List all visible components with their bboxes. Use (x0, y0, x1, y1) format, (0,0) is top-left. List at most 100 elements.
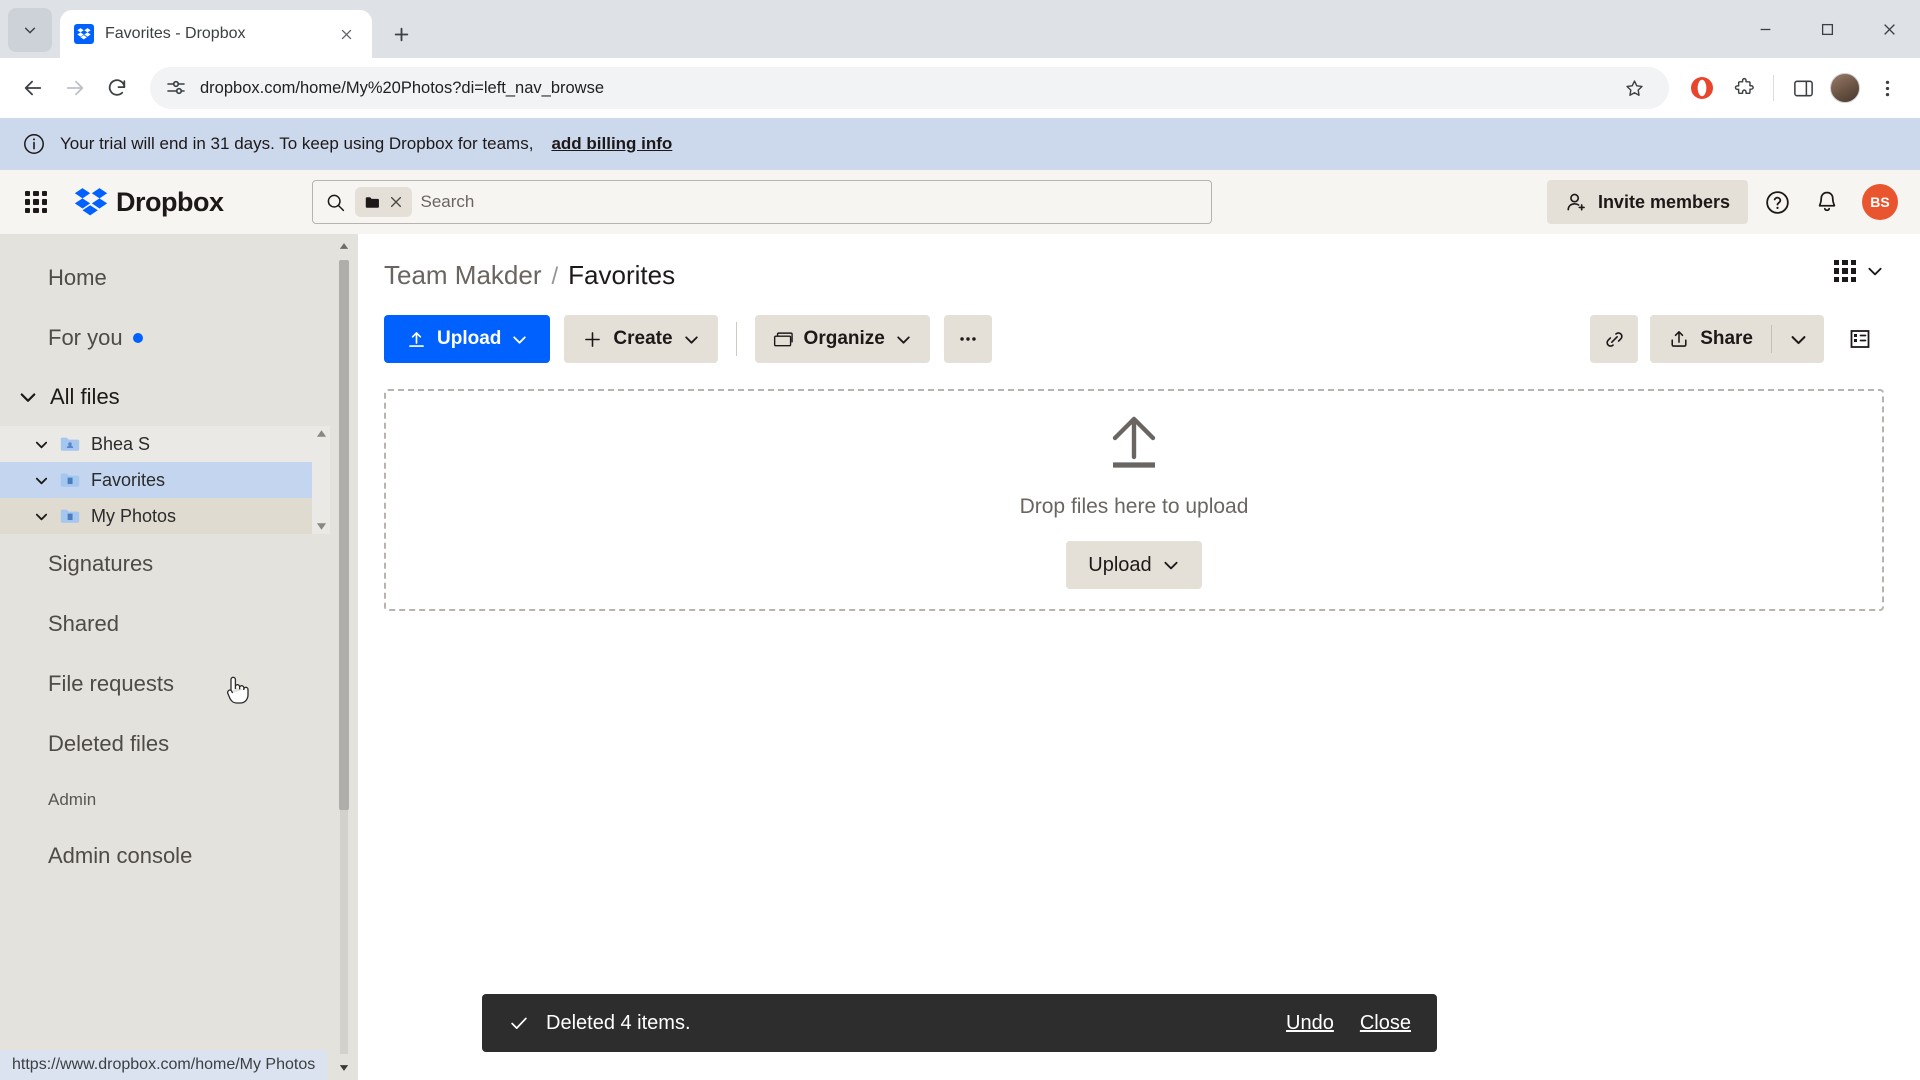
dropzone-text: Drop files here to upload (1019, 495, 1249, 518)
copy-link-button[interactable] (1590, 315, 1639, 363)
sidebar-item-for-you[interactable]: For you (0, 308, 358, 368)
sidebar-item-label: Shared (48, 611, 119, 636)
dropbox-header: Dropbox Search Invite members BS (0, 170, 1920, 234)
chrome-menu-icon[interactable] (1868, 69, 1906, 107)
action-toolbar: Upload Create Organize Share (384, 315, 1884, 363)
share-button[interactable]: Share (1650, 315, 1771, 363)
sidebar-item-label: Admin console (48, 843, 193, 868)
tree-scrollbar[interactable] (312, 426, 330, 534)
file-dropzone[interactable]: Drop files here to upload Upload (384, 389, 1884, 611)
reload-button[interactable] (98, 69, 136, 107)
upload-arrow-icon (409, 331, 424, 347)
more-options-button[interactable] (943, 315, 992, 363)
tree-item-my-photos[interactable]: My Photos (0, 498, 330, 534)
help-circle-icon[interactable] (1756, 181, 1798, 223)
scroll-down-arrow-icon[interactable] (338, 1062, 350, 1074)
dropzone-upload-button[interactable]: Upload (1066, 541, 1202, 589)
back-button[interactable] (14, 69, 52, 107)
folder-tree: Bhea S Favorites My Photos (0, 426, 330, 534)
window-controls (1734, 0, 1920, 58)
view-toggle[interactable] (1834, 260, 1884, 282)
link-icon (1606, 331, 1623, 347)
address-bar[interactable]: dropbox.com/home/My%20Photos?di=left_nav… (150, 67, 1669, 109)
info-circle-icon (24, 134, 44, 154)
toast-close-button[interactable]: Close (1360, 1012, 1411, 1035)
side-panel-icon[interactable] (1784, 69, 1822, 107)
add-billing-info-link[interactable]: add billing info (551, 134, 672, 154)
chevron-down-icon[interactable] (34, 473, 49, 488)
scrollbar-thumb[interactable] (339, 260, 349, 810)
team-folder-icon (60, 437, 80, 451)
header-actions: Invite members BS (1546, 180, 1898, 224)
scroll-down-arrow-icon[interactable] (316, 522, 327, 531)
tab-search-button[interactable] (8, 8, 52, 52)
chevron-down-icon (1791, 335, 1805, 344)
avatar (1830, 73, 1860, 103)
bookmark-star-icon[interactable] (1615, 69, 1653, 107)
window-close-button[interactable] (1858, 5, 1920, 53)
unread-dot-icon (132, 333, 143, 343)
search-input[interactable] (420, 192, 1199, 212)
chevron-down-icon[interactable] (34, 437, 49, 452)
breadcrumb-team[interactable]: Team Makder (384, 260, 542, 291)
tree-item-label: My Photos (91, 505, 177, 526)
minimize-button[interactable] (1734, 5, 1796, 53)
share-dropdown-button[interactable] (1772, 315, 1824, 363)
search-box[interactable] (311, 180, 1212, 224)
tree-item-bhea-s[interactable]: Bhea S (0, 426, 330, 462)
details-panel-button[interactable] (1836, 315, 1884, 363)
sidebar-item-all-files[interactable]: All files (0, 368, 358, 426)
sidebar-item-signatures[interactable]: Signatures (0, 534, 358, 594)
breadcrumb: Team Makder / Favorites (384, 260, 1884, 291)
share-label: Share (1700, 328, 1753, 349)
sidebar-scrollbar[interactable] (336, 240, 352, 1074)
user-avatar[interactable]: BS (1862, 184, 1898, 220)
dropbox-logo[interactable]: Dropbox (74, 185, 224, 219)
toolbar-divider (1773, 75, 1774, 101)
checkmark-icon (511, 1017, 527, 1030)
create-button[interactable]: Create (564, 315, 718, 363)
apps-grid-icon[interactable] (22, 188, 50, 216)
search-container (311, 180, 1212, 224)
shared-folder-icon (60, 473, 80, 487)
scroll-up-arrow-icon[interactable] (338, 240, 350, 252)
sidebar-item-shared[interactable]: Shared (0, 594, 358, 654)
url-text: dropbox.com/home/My%20Photos?di=left_nav… (200, 78, 605, 97)
trial-banner-text: Your trial will end in 31 days. To keep … (60, 134, 534, 153)
chevron-down-icon[interactable] (34, 509, 49, 524)
search-scope-chip[interactable] (354, 187, 412, 217)
organize-button[interactable]: Organize (754, 315, 930, 363)
sidebar-item-home[interactable]: Home (0, 248, 358, 308)
tree-item-favorites[interactable]: Favorites (0, 462, 330, 498)
more-horizontal-icon (960, 337, 976, 341)
sidebar: Home For you All files Bhea S Favorites … (0, 234, 358, 1080)
new-tab-button[interactable] (382, 15, 420, 53)
sidebar-item-deleted-files[interactable]: Deleted files (0, 714, 358, 774)
toast-notification: Deleted 4 items. Undo Close (482, 994, 1437, 1052)
maximize-button[interactable] (1796, 5, 1858, 53)
toast-undo-button[interactable]: Undo (1286, 1012, 1334, 1035)
upload-label: Upload (437, 328, 502, 349)
notification-bell-icon[interactable] (1806, 181, 1848, 223)
tab-strip: Favorites - Dropbox (0, 0, 1920, 58)
browser-tab[interactable]: Favorites - Dropbox (60, 10, 372, 58)
grid-view-icon (1834, 260, 1856, 282)
invite-members-button[interactable]: Invite members (1546, 180, 1748, 224)
profile-avatar[interactable] (1826, 69, 1864, 107)
scroll-up-arrow-icon[interactable] (316, 429, 327, 438)
chip-close-icon[interactable] (389, 195, 403, 209)
upload-button[interactable]: Upload (384, 315, 551, 363)
folder-icon (773, 331, 793, 346)
forward-arrow-icon (66, 80, 84, 96)
dropzone-upload-label: Upload (1088, 553, 1152, 576)
sidebar-item-label: File requests (48, 671, 174, 696)
close-icon[interactable] (334, 22, 358, 46)
forward-button[interactable] (56, 69, 94, 107)
page-settings-icon[interactable] (166, 78, 186, 98)
opera-extension-icon[interactable] (1683, 69, 1721, 107)
sidebar-item-admin-console[interactable]: Admin console (0, 826, 358, 886)
folder-icon (365, 196, 379, 208)
extensions-puzzle-icon[interactable] (1725, 69, 1763, 107)
sidebar-item-file-requests[interactable]: File requests (0, 654, 358, 714)
sidebar-item-label: For you (48, 325, 123, 350)
